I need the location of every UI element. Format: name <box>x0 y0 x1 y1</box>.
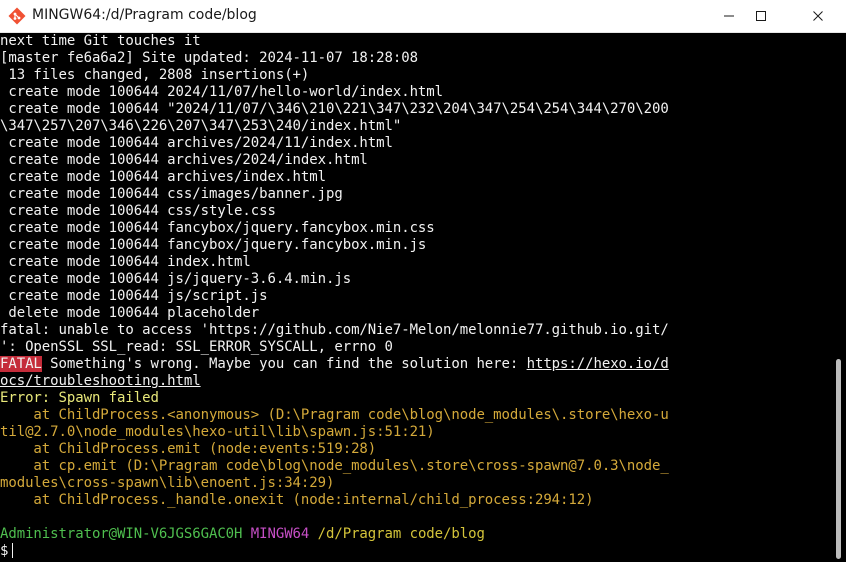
window-title: MINGW64:/d/Pragram code/blog <box>32 7 257 23</box>
stack-line: at ChildProcess.emit (node:events:519:28… <box>0 441 377 457</box>
output-line: create mode 100644 index.html <box>0 254 251 270</box>
fatal-badge: FATAL <box>0 356 42 372</box>
output-line: delete mode 100644 placeholder <box>0 305 260 321</box>
output-line: [master fe6a6a2] Site updated: 2024-11-0… <box>0 50 418 66</box>
text-cursor <box>12 543 14 558</box>
output-line: fatal: unable to access 'https://github.… <box>0 322 669 338</box>
stack-line: at ChildProcess.<anonymous> (D:\Pragram … <box>0 407 669 423</box>
scrollbar-thumb[interactable] <box>836 359 841 559</box>
stack-line: at ChildProcess._handle.onexit (node:int… <box>0 492 594 508</box>
output-line: ': OpenSSL SSL_read: SSL_ERROR_SYSCALL, … <box>0 339 393 355</box>
output-line: create mode 100644 js/script.js <box>0 288 268 304</box>
output-line: create mode 100644 "2024/11/07/\346\210\… <box>0 101 669 117</box>
output-line: create mode 100644 archives/index.html <box>0 169 326 185</box>
git-bash-icon <box>8 7 26 25</box>
prompt-symbol: $ <box>0 543 9 559</box>
output-line: 13 files changed, 2808 insertions(+) <box>0 67 310 83</box>
troubleshooting-link-continued[interactable]: ocs/troubleshooting.html <box>0 373 201 389</box>
close-icon <box>813 11 823 21</box>
stack-line: modules\cross-spawn\lib\enoent.js:34:29) <box>0 475 335 491</box>
output-line: create mode 100644 css/style.css <box>0 203 276 219</box>
maximize-icon <box>756 11 766 21</box>
input-line[interactable]: $ <box>0 543 830 560</box>
output-line: \347\257\207\346\226\207\347\253\240/ind… <box>0 118 402 134</box>
prompt-path: /d/Pragram code/blog <box>317 526 485 542</box>
output-line: create mode 100644 css/images/banner.jpg <box>0 186 343 202</box>
fatal-message: Something's wrong. Maybe you can find th… <box>41 356 527 372</box>
output-line: create mode 100644 archives/2024/11/inde… <box>0 135 393 151</box>
terminal-output[interactable]: next time Git touches it [master fe6a6a2… <box>0 33 830 562</box>
output-line: create mode 100644 2024/11/07/hello-worl… <box>0 84 444 100</box>
prompt-line: Administrator@WIN-V6JGS6GAC0H MINGW64 /d… <box>0 526 830 543</box>
output-line: create mode 100644 js/jquery-3.6.4.min.j… <box>0 271 352 287</box>
fatal-line-wrap: ocs/troubleshooting.html <box>0 373 830 390</box>
output-line: create mode 100644 fancybox/jquery.fancy… <box>0 220 435 236</box>
stack-line: til@2.7.0\node_modules\hexo-util\lib\spa… <box>0 424 435 440</box>
stack-line: at cp.emit (D:\Pragram code\blog\node_mo… <box>0 458 669 474</box>
prompt-env: MINGW64 <box>250 526 310 542</box>
fatal-line: FATAL Something's wrong. Maybe you can f… <box>0 356 830 373</box>
output-line: create mode 100644 archives/2024/index.h… <box>0 152 368 168</box>
error-line: Error: Spawn failed <box>0 390 159 406</box>
minimize-icon <box>724 15 734 17</box>
vertical-scrollbar[interactable] <box>830 33 846 562</box>
output-line: create mode 100644 fancybox/jquery.fancy… <box>0 237 427 253</box>
title-bar: MINGW64:/d/Pragram code/blog <box>0 0 846 33</box>
maximize-button[interactable] <box>738 0 784 32</box>
troubleshooting-link[interactable]: https://hexo.io/d <box>527 356 669 372</box>
close-button[interactable] <box>795 0 841 32</box>
output-line: next time Git touches it <box>0 33 201 49</box>
prompt-user-host: Administrator@WIN-V6JGS6GAC0H <box>0 526 243 542</box>
